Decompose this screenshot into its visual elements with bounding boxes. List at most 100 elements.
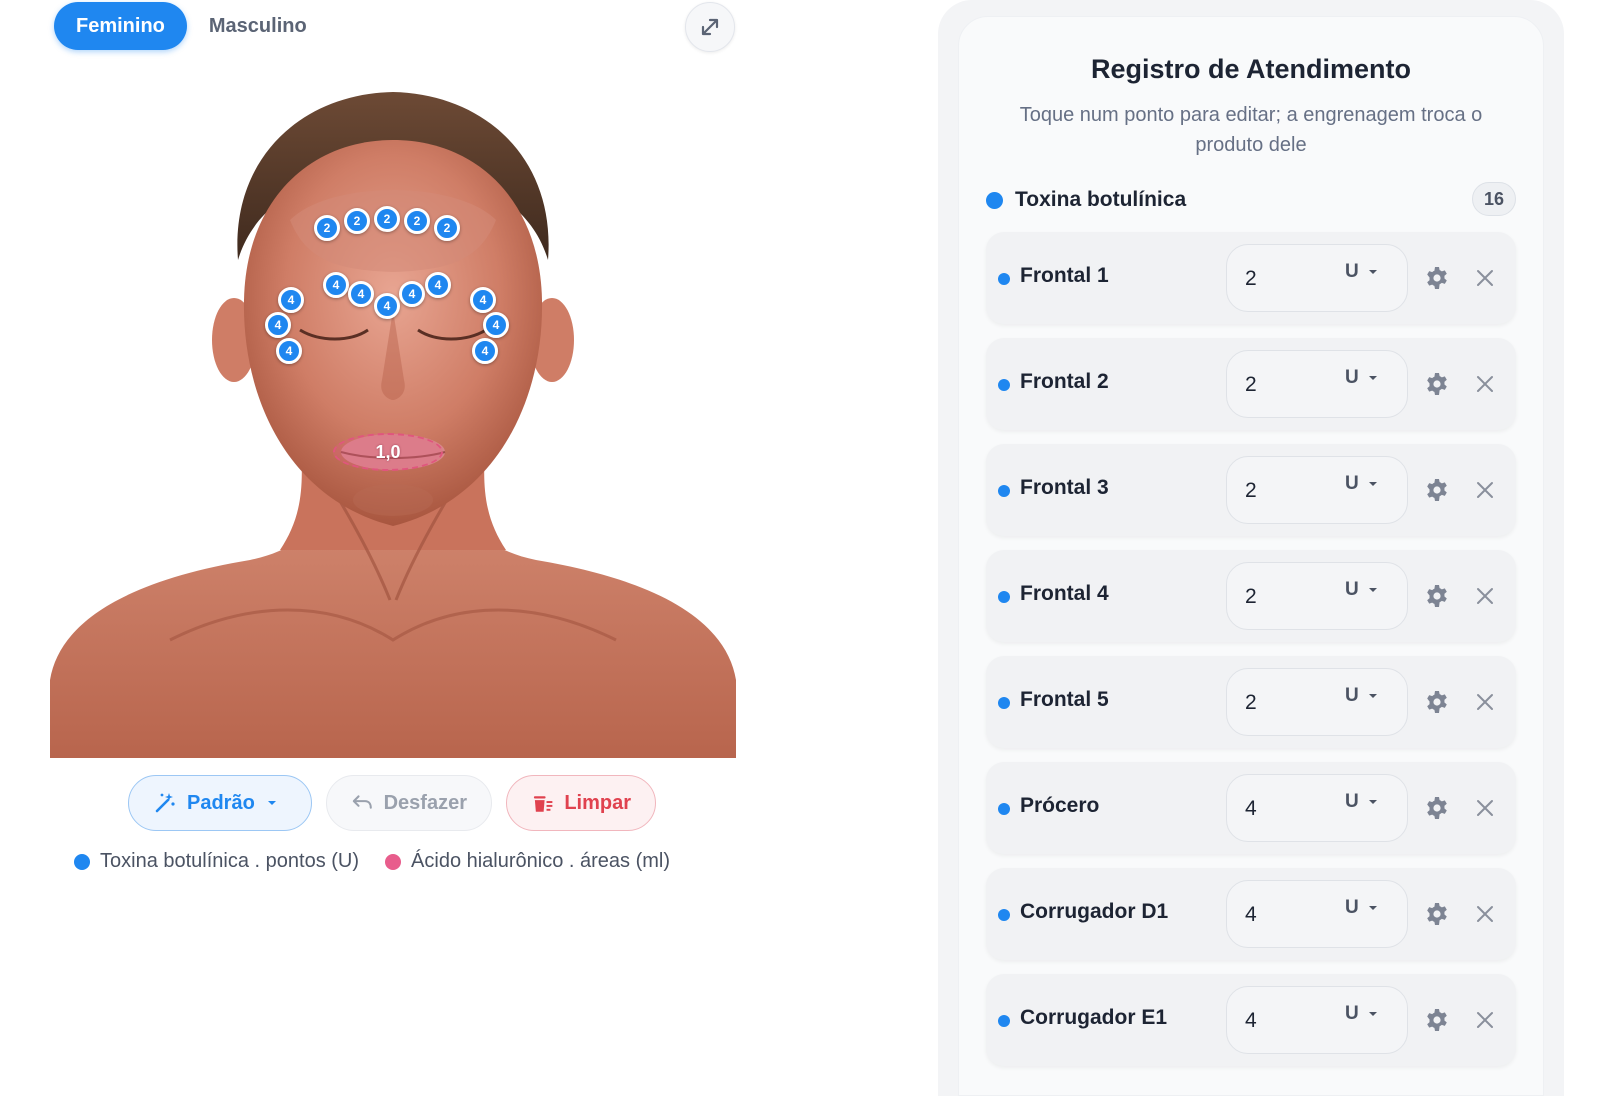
- dose-value[interactable]: 2: [1245, 691, 1257, 715]
- padrao-button[interactable]: Padrão: [128, 775, 312, 831]
- dose-value[interactable]: 4: [1245, 797, 1257, 821]
- injection-point[interactable]: 2: [344, 208, 370, 234]
- gender-toggle: Feminino Masculino: [54, 2, 329, 50]
- lip-filler-area[interactable]: 1,0: [333, 433, 443, 471]
- gear-icon[interactable]: [1424, 371, 1450, 402]
- injection-point[interactable]: 4: [374, 293, 400, 319]
- injection-point[interactable]: 4: [470, 287, 496, 313]
- unit-label: U: [1345, 261, 1359, 282]
- magic-wand-icon: [155, 793, 175, 813]
- dose-input[interactable]: 2U: [1226, 244, 1408, 312]
- expand-button[interactable]: [685, 2, 735, 52]
- injection-point[interactable]: 4: [278, 287, 304, 313]
- close-icon[interactable]: [1474, 585, 1496, 612]
- gear-icon[interactable]: [1424, 795, 1450, 826]
- blue-dot-icon: [998, 379, 1010, 391]
- desfazer-button[interactable]: Desfazer: [326, 775, 492, 831]
- unit-select[interactable]: U: [1345, 579, 1379, 601]
- blue-dot-icon: [998, 591, 1010, 603]
- blue-dot-icon: [998, 697, 1010, 709]
- point-row[interactable]: Frontal 52U: [986, 656, 1516, 748]
- blue-dot-icon: [998, 909, 1010, 921]
- injection-point[interactable]: 2: [374, 206, 400, 232]
- dose-input[interactable]: 4U: [1226, 880, 1408, 948]
- chevron-down-icon: [1368, 1012, 1377, 1016]
- injection-point[interactable]: 4: [348, 281, 374, 307]
- unit-label: U: [1345, 579, 1359, 600]
- unit-select[interactable]: U: [1345, 1003, 1379, 1025]
- close-icon[interactable]: [1474, 1009, 1496, 1036]
- injection-point[interactable]: 4: [472, 338, 498, 364]
- dose-input[interactable]: 2U: [1226, 350, 1408, 418]
- injection-point[interactable]: 4: [276, 338, 302, 364]
- trash-icon: [533, 796, 553, 812]
- legend-acido: Ácido hialurônico . áreas (ml): [385, 850, 670, 873]
- close-icon[interactable]: [1474, 797, 1496, 824]
- injection-point[interactable]: 2: [434, 215, 460, 241]
- male-tab[interactable]: Masculino: [187, 2, 329, 50]
- point-name: Prócero: [1020, 794, 1100, 817]
- unit-select[interactable]: U: [1345, 897, 1379, 919]
- female-tab[interactable]: Feminino: [54, 2, 187, 50]
- anatomy-figure[interactable]: 2 2 2 2 2 4 4 4 4 4 4 4 4 4 4 4: [50, 80, 736, 758]
- dose-value[interactable]: 2: [1245, 267, 1257, 291]
- point-name: Frontal 3: [1020, 476, 1109, 499]
- point-row[interactable]: Frontal 22U: [986, 338, 1516, 430]
- dose-value[interactable]: 4: [1245, 1009, 1257, 1033]
- point-list: Frontal 1 2 U Frontal 2 2 U Frontal 3 2 U Frontal…: [986, 232, 1516, 1080]
- limpar-button[interactable]: Limpar: [506, 775, 656, 831]
- gear-icon[interactable]: [1424, 477, 1450, 508]
- injection-point[interactable]: 4: [425, 272, 451, 298]
- dose-input[interactable]: 4U: [1226, 986, 1408, 1054]
- close-icon[interactable]: [1474, 479, 1496, 506]
- blue-dot-icon: [986, 191, 1003, 209]
- unit-select[interactable]: U: [1345, 261, 1379, 283]
- point-row[interactable]: Prócero 4 U: [986, 762, 1516, 854]
- pink-dot-icon: [385, 853, 402, 870]
- injection-point[interactable]: 4: [399, 281, 425, 307]
- gear-icon[interactable]: [1424, 583, 1450, 614]
- unit-select[interactable]: U: [1345, 791, 1379, 813]
- point-row[interactable]: Corrugador E1 4 U: [986, 974, 1516, 1066]
- unit-select[interactable]: U: [1345, 473, 1379, 495]
- dose-value[interactable]: 4: [1245, 903, 1257, 927]
- dose-input[interactable]: 2U: [1226, 668, 1408, 736]
- legend-botox-label: Toxina botulínica . pontos (U): [100, 850, 360, 872]
- gear-icon[interactable]: [1424, 689, 1450, 720]
- injection-point[interactable]: 2: [314, 215, 340, 241]
- dose-input[interactable]: 2U: [1226, 456, 1408, 524]
- injection-point[interactable]: 4: [483, 312, 509, 338]
- point-row[interactable]: Frontal 12U: [986, 232, 1516, 324]
- dose-input[interactable]: 4U: [1226, 774, 1408, 842]
- point-row[interactable]: Corrugador D1 4 U: [986, 868, 1516, 960]
- point-name: Frontal 1: [1020, 264, 1109, 287]
- unit-label: U: [1345, 367, 1359, 388]
- gear-icon[interactable]: [1424, 901, 1450, 932]
- product-group-header: Toxina botulínica 16: [986, 182, 1516, 218]
- dose-value[interactable]: 2: [1245, 479, 1257, 503]
- blue-dot-icon: [74, 853, 90, 870]
- close-icon[interactable]: [1474, 903, 1496, 930]
- close-icon[interactable]: [1474, 691, 1496, 718]
- injection-point[interactable]: 4: [323, 272, 349, 298]
- point-row[interactable]: Frontal 42U: [986, 550, 1516, 642]
- gear-icon[interactable]: [1424, 265, 1450, 296]
- point-name: Frontal 4: [1020, 582, 1109, 605]
- anatomy-illustration: [50, 92, 736, 758]
- blue-dot-icon: [998, 803, 1010, 815]
- unit-select[interactable]: U: [1345, 367, 1379, 389]
- dose-value[interactable]: 2: [1245, 585, 1257, 609]
- injection-point[interactable]: 4: [265, 312, 291, 338]
- gear-icon[interactable]: [1424, 1007, 1450, 1038]
- unit-select[interactable]: U: [1345, 685, 1379, 707]
- dose-value[interactable]: 2: [1245, 373, 1257, 397]
- chevron-down-icon: [1368, 694, 1377, 698]
- close-icon[interactable]: [1474, 267, 1496, 294]
- injection-point[interactable]: 2: [404, 208, 430, 234]
- point-row[interactable]: Frontal 32U: [986, 444, 1516, 536]
- chevron-down-icon: [267, 801, 276, 805]
- dose-input[interactable]: 2U: [1226, 562, 1408, 630]
- undo-icon: [352, 795, 372, 809]
- padrao-label: Padrão: [187, 791, 255, 814]
- close-icon[interactable]: [1474, 373, 1496, 400]
